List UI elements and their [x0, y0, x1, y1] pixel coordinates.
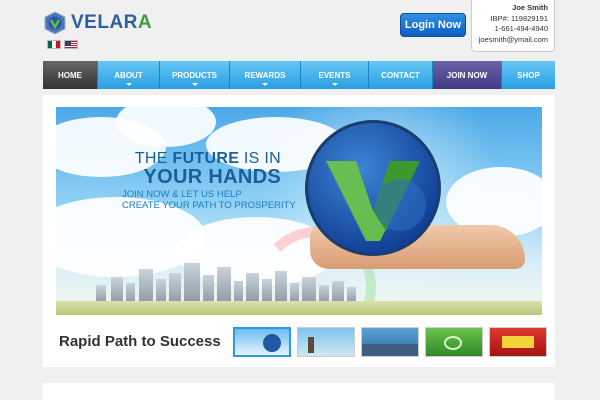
logo-text: VELARA	[71, 12, 153, 33]
dropdown-caret-icon	[331, 83, 338, 86]
slide-thumb-green[interactable]	[425, 327, 483, 357]
login-button[interactable]: Login Now	[400, 13, 466, 37]
site-header: VELARA Login Now Joe Smith IBP#: 1198291…	[0, 0, 600, 60]
mexico-flag-icon[interactable]	[47, 40, 61, 49]
slide-thumb-future[interactable]	[233, 327, 291, 357]
slide-thumb-prize[interactable]	[489, 327, 547, 357]
user-name: Joe Smith	[512, 3, 548, 12]
velara-logo[interactable]: VELARA	[43, 11, 152, 35]
main-navigation: HOME ABOUT PRODUCTS REWARDS EVENTS CONTA…	[43, 61, 555, 89]
logo-emblem-icon	[43, 11, 67, 35]
slide-thumb-city[interactable]	[361, 327, 419, 357]
nav-item-join-now[interactable]: JOIN NOW	[433, 61, 502, 89]
secondary-content-panel	[43, 383, 555, 400]
user-ibp-number: IBP#: 119829191	[490, 13, 548, 23]
user-phone: 1-661-494-4940	[494, 24, 548, 33]
slide-thumb-dreams[interactable]	[297, 327, 355, 357]
hero-subline2: CREATE YOUR PATH TO PROSPERITY	[122, 200, 296, 211]
hero-banner[interactable]	[56, 107, 542, 315]
dropdown-caret-icon	[125, 83, 132, 86]
usa-flag-icon[interactable]	[64, 40, 78, 49]
nav-item-contact[interactable]: CONTACT	[369, 61, 433, 89]
user-email[interactable]: joesmith@ymail.com	[478, 35, 548, 46]
nav-item-home[interactable]: HOME	[43, 61, 98, 89]
user-info-card: Joe Smith IBP#: 119829191 1-661-494-4940…	[471, 0, 555, 52]
slide-thumbnails	[233, 327, 547, 357]
language-flags	[47, 40, 78, 49]
hero-headline: THE FUTURE IS IN YOUR HANDS JOIN NOW & L…	[116, 150, 296, 211]
rapid-path-title: Rapid Path to Success	[59, 333, 221, 350]
nav-item-rewards[interactable]: REWARDS	[230, 61, 301, 89]
hero-subline1: JOIN NOW & LET US HELP	[122, 189, 242, 200]
hero-headline-line2: YOUR HANDS	[143, 166, 281, 188]
dropdown-caret-icon	[262, 83, 268, 86]
nav-item-events[interactable]: EVENTS	[301, 61, 369, 89]
nav-item-about[interactable]: ABOUT	[98, 61, 160, 89]
dropdown-caret-icon	[191, 83, 198, 86]
velara-emblem-icon	[305, 120, 441, 256]
nav-item-shop[interactable]: SHOP	[502, 61, 555, 89]
nav-item-products[interactable]: PRODUCTS	[160, 61, 230, 89]
